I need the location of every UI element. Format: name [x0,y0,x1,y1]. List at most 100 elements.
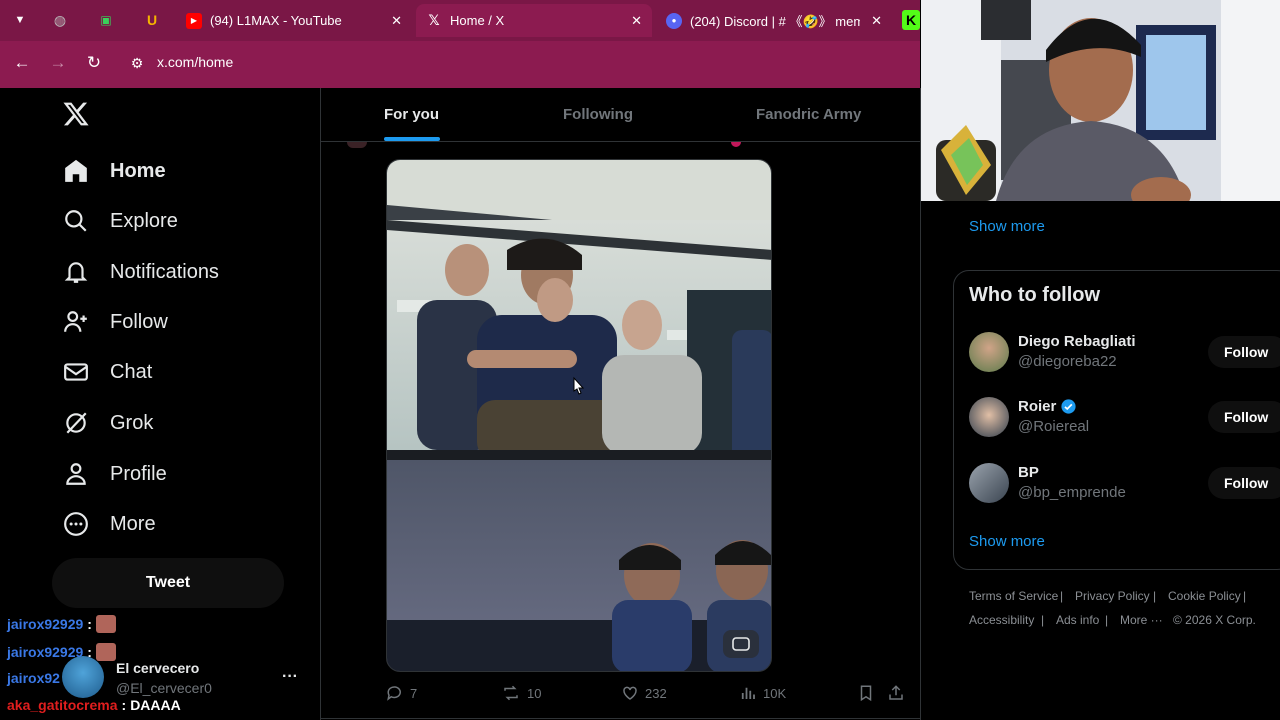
verified-badge-icon [1060,398,1077,415]
footer-more-link[interactable]: More ··· [1120,613,1163,627]
suggested-user[interactable]: BP @bp_emprende Follow [969,463,1280,507]
site-settings-icon[interactable]: ⚙ [125,51,149,75]
nav-home[interactable]: Home [62,151,166,191]
discord-icon: ● [666,12,682,29]
nav-label: More [110,512,156,535]
nav-more[interactable]: More [62,504,156,544]
user-handle: @Roiereal [1018,418,1090,435]
views-button[interactable]: 10K [739,684,786,702]
follow-button[interactable]: Follow [1208,401,1280,433]
footer-ads-link[interactable]: Ads info [1056,613,1099,627]
chat-text: DAAAA [130,697,181,713]
footer-terms-link[interactable]: Terms of Service [969,589,1058,603]
tab-x-home[interactable]: 𝕏 Home / X ✕ [416,4,652,37]
x-logo-icon[interactable] [62,100,92,130]
tab-bar: ▼ ◍ ▣ U ▶ (94) L1MAX - YouTube ✕ 𝕏 Home … [0,0,920,41]
reply-icon [387,686,401,701]
tab-title: (94) L1MAX - YouTube [210,13,342,28]
chat-message: jairox92 [7,670,60,686]
share-icon [889,685,903,700]
share-button[interactable] [887,684,911,702]
nav-chat[interactable]: Chat [62,352,152,392]
nav-notifications[interactable]: Notifications [62,252,219,292]
follow-button[interactable]: Follow [1208,336,1280,368]
repost-count: 10 [527,685,542,701]
stadium-photo [387,160,771,671]
nav-profile[interactable]: Profile [62,454,167,494]
nav-label: Notifications [110,260,219,283]
repost-button[interactable]: 10 [501,684,541,702]
avatar[interactable] [969,397,1009,437]
pinned-tab-u-icon[interactable]: U [142,10,162,30]
chat-message: jairox92929 : [7,643,116,661]
who-to-follow-title: Who to follow [969,284,1101,306]
nav-label: Home [110,159,166,182]
nav-label: Chat [110,360,153,383]
nav-grok[interactable]: Grok [62,403,153,443]
close-tab-icon[interactable]: ✕ [871,13,882,29]
show-more-link[interactable]: Show more [969,533,1045,550]
footer-separator: | [1060,589,1064,603]
close-tab-icon[interactable]: ✕ [631,13,642,29]
chat-colon: : [87,644,92,660]
webcam-overlay [921,0,1280,201]
pinned-tab-globe-icon[interactable]: ◍ [50,10,70,30]
user-name: BP [1018,464,1039,481]
footer-accessibility-link[interactable]: Accessibility [969,613,1034,627]
reload-icon[interactable]: ↻ [82,51,106,75]
footer-separator: | [1105,613,1109,627]
post-image[interactable] [386,159,772,672]
kick-tab-icon[interactable]: K [902,10,920,30]
post-actions: 7 10 232 10K [321,684,920,706]
tab-youtube[interactable]: ▶ (94) L1MAX - YouTube ✕ [176,4,412,37]
footer-privacy-link[interactable]: Privacy Policy [1075,589,1150,603]
tab-following[interactable]: Following [563,88,633,141]
footer-cookie-link[interactable]: Cookie Policy [1168,589,1241,603]
nav-explore[interactable]: Explore [62,201,178,241]
post-divider [321,718,920,719]
nav-follow[interactable]: Follow [62,302,168,342]
follow-button[interactable]: Follow [1208,467,1280,499]
person-plus-icon [62,308,90,336]
mouse-cursor-icon [570,376,586,403]
reply-count: 7 [410,685,418,701]
chat-emote-icon [95,615,116,633]
tab-search-chevron-icon[interactable]: ▼ [10,10,30,30]
address-bar: ← → ↻ ⚙ x.com/home [0,41,920,85]
tab-fanodric-army[interactable]: Fanodric Army [756,88,861,141]
chat-colon: : [121,697,127,713]
mail-icon [62,358,90,386]
show-more-link[interactable]: Show more [969,218,1045,235]
account-menu-icon[interactable]: ··· [282,668,298,686]
avatar[interactable] [969,463,1009,503]
grok-icon [62,409,90,437]
person-icon [62,460,90,488]
tweet-button[interactable]: Tweet [52,558,284,608]
chat-username: aka_gatitocrema [7,697,118,713]
like-button[interactable]: 232 [621,684,667,702]
emoji-edge [731,142,741,147]
close-tab-icon[interactable]: ✕ [391,13,402,29]
user-name: Roier [1018,398,1057,415]
nav-label: Explore [110,209,178,232]
suggested-user[interactable]: Roier @Roiereal Follow [969,397,1280,441]
repost-icon [504,685,518,701]
chat-username: jairox92 [7,670,60,686]
account-avatar[interactable] [62,656,104,698]
streamer-webcam [921,0,1280,201]
url-field[interactable]: x.com/home [157,54,233,70]
nav-label: Follow [110,310,168,333]
reply-button[interactable]: 7 [386,684,417,702]
feed-tabs: For you Following Fanodric Army [321,88,920,142]
suggested-user[interactable]: Diego Rebagliati @diegoreba22 Follow [969,332,1280,376]
footer-copyright: © 2026 X Corp. [1173,613,1256,627]
tab-discord[interactable]: ● (204) Discord | # 《🤣》 memes ✕ [656,4,892,37]
forward-icon[interactable]: → [46,51,70,75]
user-name: Diego Rebagliati [1018,333,1136,350]
bookmark-button[interactable] [857,684,881,702]
avatar[interactable] [969,332,1009,372]
main-feed: For you Following Fanodric Army 7 10 232… [320,88,921,720]
pinned-tab-green-icon[interactable]: ▣ [96,10,116,30]
back-icon[interactable]: ← [10,51,34,75]
tab-for-you[interactable]: For you [384,88,439,141]
